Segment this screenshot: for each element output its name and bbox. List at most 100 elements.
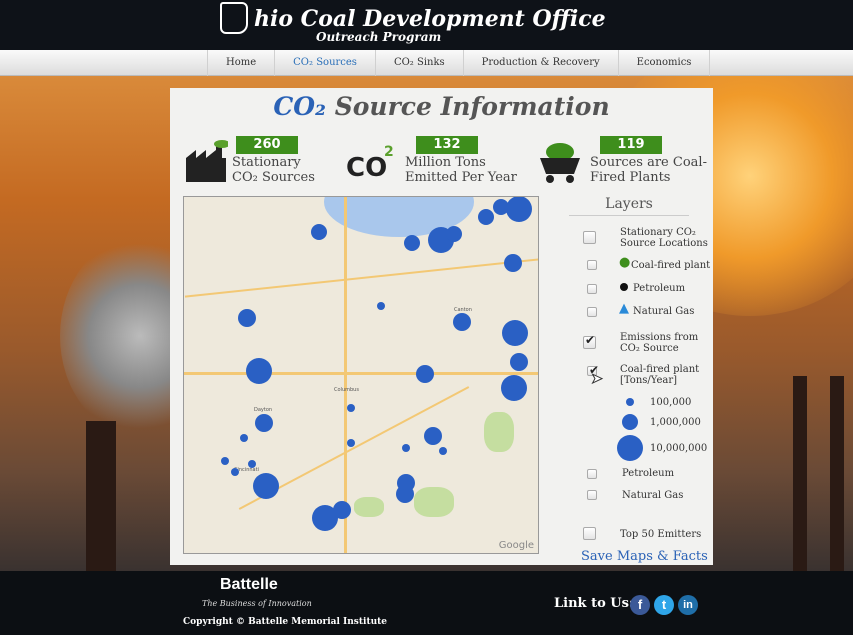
- emission-bubble[interactable]: [347, 404, 355, 412]
- emission-bubble[interactable]: [311, 224, 327, 240]
- emission-bubble[interactable]: [347, 439, 355, 447]
- emissions-map[interactable]: Columbus Dayton Cincinnati Canton Google: [183, 196, 539, 554]
- content-panel: CO₂ Source Information 260 Stationary CO…: [170, 88, 713, 565]
- ohio-state-icon: [220, 2, 248, 34]
- emission-bubble[interactable]: [439, 447, 447, 455]
- emission-bubble[interactable]: [504, 254, 522, 272]
- stat-million-tons: CO 2 132 Million Tons Emitted Per Year: [346, 134, 517, 190]
- emission-bubble[interactable]: [255, 414, 273, 432]
- stat-coal-fired: 119 Sources are Coal- Fired Plants: [538, 134, 710, 190]
- emission-bubble[interactable]: [253, 473, 279, 499]
- layer-label-petroleum-emissions: Petroleum: [622, 468, 675, 479]
- coal-cart-icon: [540, 143, 580, 183]
- checkbox-top-50-emitters[interactable]: [583, 527, 596, 540]
- checkbox-coal-fired-plant[interactable]: [587, 260, 597, 270]
- emission-bubble[interactable]: [396, 485, 414, 503]
- city-label: Dayton: [254, 407, 273, 413]
- svg-text:CO: CO: [346, 153, 387, 183]
- battelle-tagline: The Business of Innovation: [202, 599, 312, 608]
- legend-dot-medium: [622, 414, 638, 430]
- linkedin-icon[interactable]: in: [678, 595, 698, 615]
- emission-bubble[interactable]: [231, 468, 239, 476]
- factory-icon: [186, 140, 228, 182]
- emission-bubble[interactable]: [312, 505, 338, 531]
- layer-label-top-50: Top 50 Emitters: [620, 529, 702, 540]
- stat-stationary-sources: 260 Stationary CO₂ Sources: [184, 134, 334, 190]
- nav-item-production-recovery[interactable]: Production & Recovery: [462, 50, 618, 76]
- layer-label-petroleum: Petroleum: [633, 283, 686, 294]
- forest-area: [354, 497, 384, 517]
- smokestack: [793, 376, 807, 571]
- legend-label-medium: 1,000,000: [650, 417, 701, 428]
- site-subtitle: Outreach Program: [316, 30, 442, 44]
- smokestack: [830, 376, 844, 571]
- layer-label-natural-gas-emissions: Natural Gas: [622, 490, 684, 501]
- nav-item-co2-sources[interactable]: CO₂ Sources: [274, 50, 375, 76]
- road: [184, 258, 538, 298]
- emission-bubble[interactable]: [416, 365, 434, 383]
- stat-label: Stationary CO₂ Sources: [232, 155, 315, 185]
- emission-bubble[interactable]: [238, 309, 256, 327]
- emission-bubble[interactable]: [478, 209, 494, 225]
- save-maps-link[interactable]: Save Maps & Facts: [581, 549, 708, 564]
- emission-bubble[interactable]: [404, 235, 420, 251]
- legend-dot-large: [617, 435, 643, 461]
- legend-label-small: 100,000: [650, 397, 692, 408]
- flame-icon: ▲: [619, 301, 629, 316]
- stat-value: 132: [416, 136, 478, 154]
- emission-bubble[interactable]: [453, 313, 471, 331]
- nav-item-economics[interactable]: Economics: [617, 50, 711, 76]
- emission-bubble[interactable]: [506, 197, 532, 222]
- stat-label: Sources are Coal- Fired Plants: [590, 155, 707, 185]
- layer-label-coal-plant-tons: Coal-fired plant [Tons/Year]: [620, 364, 700, 386]
- facebook-icon[interactable]: f: [630, 595, 650, 615]
- layer-label-stationary-sources: Stationary CO₂ Source Locations: [620, 227, 708, 249]
- legend-dot-small: [626, 398, 634, 406]
- link-to-us-label: Link to Us:: [554, 596, 634, 611]
- stat-label: Million Tons Emitted Per Year: [405, 155, 517, 185]
- forest-area: [484, 412, 514, 452]
- battelle-logo[interactable]: Battelle: [220, 576, 278, 594]
- twitter-icon[interactable]: t: [654, 595, 674, 615]
- emission-bubble[interactable]: [446, 226, 462, 242]
- emission-bubble[interactable]: [221, 457, 229, 465]
- emission-bubble[interactable]: [501, 375, 527, 401]
- forest-area: [414, 487, 454, 517]
- copyright-text: Copyright © Battelle Memorial Institute: [183, 617, 388, 627]
- checkbox-stationary-sources[interactable]: [583, 231, 596, 244]
- checkbox-petroleum-emissions[interactable]: [587, 469, 597, 479]
- stat-value: 260: [236, 136, 298, 154]
- main-nav: Home CO₂ Sources CO₂ Sinks Production & …: [0, 50, 853, 76]
- checkbox-natural-gas[interactable]: [587, 307, 597, 317]
- layer-label-natural-gas: Natural Gas: [633, 306, 695, 317]
- google-attribution: Google: [498, 540, 534, 551]
- nav-item-home[interactable]: Home: [207, 50, 274, 76]
- svg-text:2: 2: [384, 144, 394, 160]
- layer-label-coal-fired: Coal-fired plant: [631, 260, 711, 271]
- page-title: CO₂ Source Information: [273, 92, 610, 121]
- legend-label-large: 10,000,000: [650, 443, 708, 454]
- emission-bubble[interactable]: [502, 320, 528, 346]
- emission-bubble[interactable]: [246, 358, 272, 384]
- co2-icon: CO 2: [346, 144, 394, 183]
- petroleum-dot-icon: [620, 283, 628, 291]
- checkbox-petroleum[interactable]: [587, 284, 597, 294]
- cursor-icon: ➤: [591, 371, 604, 388]
- stat-value: 119: [600, 136, 662, 154]
- nav-item-co2-sinks[interactable]: CO₂ Sinks: [374, 50, 463, 76]
- road: [184, 372, 538, 375]
- emission-bubble[interactable]: [240, 434, 248, 442]
- emission-bubble[interactable]: [248, 460, 256, 468]
- header-bar: hio Coal Development Office Outreach Pro…: [0, 0, 853, 50]
- layers-heading: Layers: [569, 196, 689, 216]
- checkbox-emissions[interactable]: [583, 333, 596, 349]
- layer-label-emissions: Emissions from CO₂ Source: [620, 332, 699, 354]
- emission-bubble[interactable]: [424, 427, 442, 445]
- footer: Battelle The Business of Innovation Copy…: [0, 571, 853, 635]
- emission-bubble[interactable]: [377, 302, 385, 310]
- emission-bubble[interactable]: [510, 353, 528, 371]
- checkbox-natural-gas-emissions[interactable]: [587, 490, 597, 500]
- city-label: Columbus: [334, 387, 359, 393]
- emission-bubble[interactable]: [402, 444, 410, 452]
- site-title: hio Coal Development Office: [254, 6, 606, 32]
